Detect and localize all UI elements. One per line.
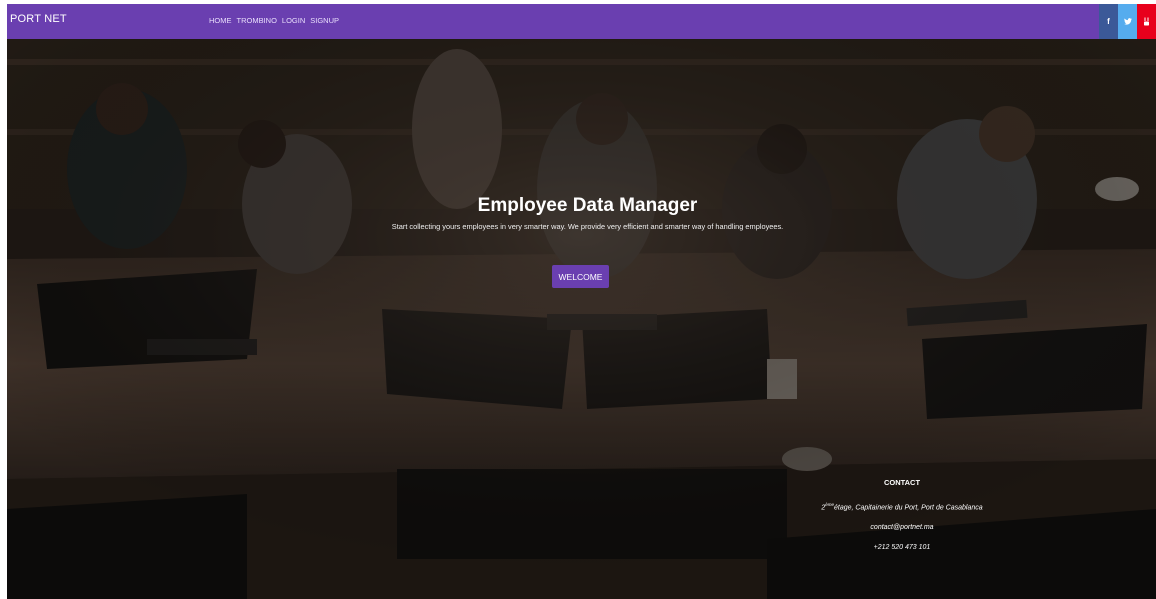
welcome-button[interactable]: WELCOME — [552, 265, 609, 288]
contact-title: CONTACT — [883, 478, 921, 487]
contact-phone: +212 520 473 101 — [873, 544, 931, 552]
nav-link-home[interactable]: HOME — [209, 16, 232, 25]
brand-link[interactable]: PORT NET — [10, 13, 67, 25]
facebook-button[interactable]: f — [1099, 4, 1118, 39]
hero-subtitle: Start collecting yours employees in very… — [391, 222, 784, 231]
twitter-button[interactable] — [1118, 4, 1137, 39]
contact-section: CONTACT 2èmeétage, Capitainerie du Port,… — [802, 478, 1002, 564]
hero-title: Employee Data Manager — [477, 195, 698, 216]
navbar: PORT NET HOME TROMBINO LOGIN SIGNUP f — [7, 4, 1156, 39]
facebook-icon: f — [1107, 17, 1110, 26]
contact-email[interactable]: contact@portnet.ma — [802, 524, 1002, 531]
youtube-icon — [1144, 17, 1149, 26]
twitter-icon — [1123, 18, 1132, 25]
nav-links: HOME TROMBINO LOGIN SIGNUP — [209, 16, 339, 25]
social-links: f — [1099, 4, 1156, 39]
nav-link-trombino[interactable]: TROMBINO — [237, 16, 277, 25]
youtube-button[interactable] — [1137, 4, 1156, 39]
nav-link-signup[interactable]: SIGNUP — [310, 16, 339, 25]
nav-link-login[interactable]: LOGIN — [282, 16, 305, 25]
page-frame: PORT NET HOME TROMBINO LOGIN SIGNUP f Em… — [7, 4, 1156, 599]
contact-address: 2èmeétage, Capitainerie du Port, Port de… — [821, 502, 983, 512]
